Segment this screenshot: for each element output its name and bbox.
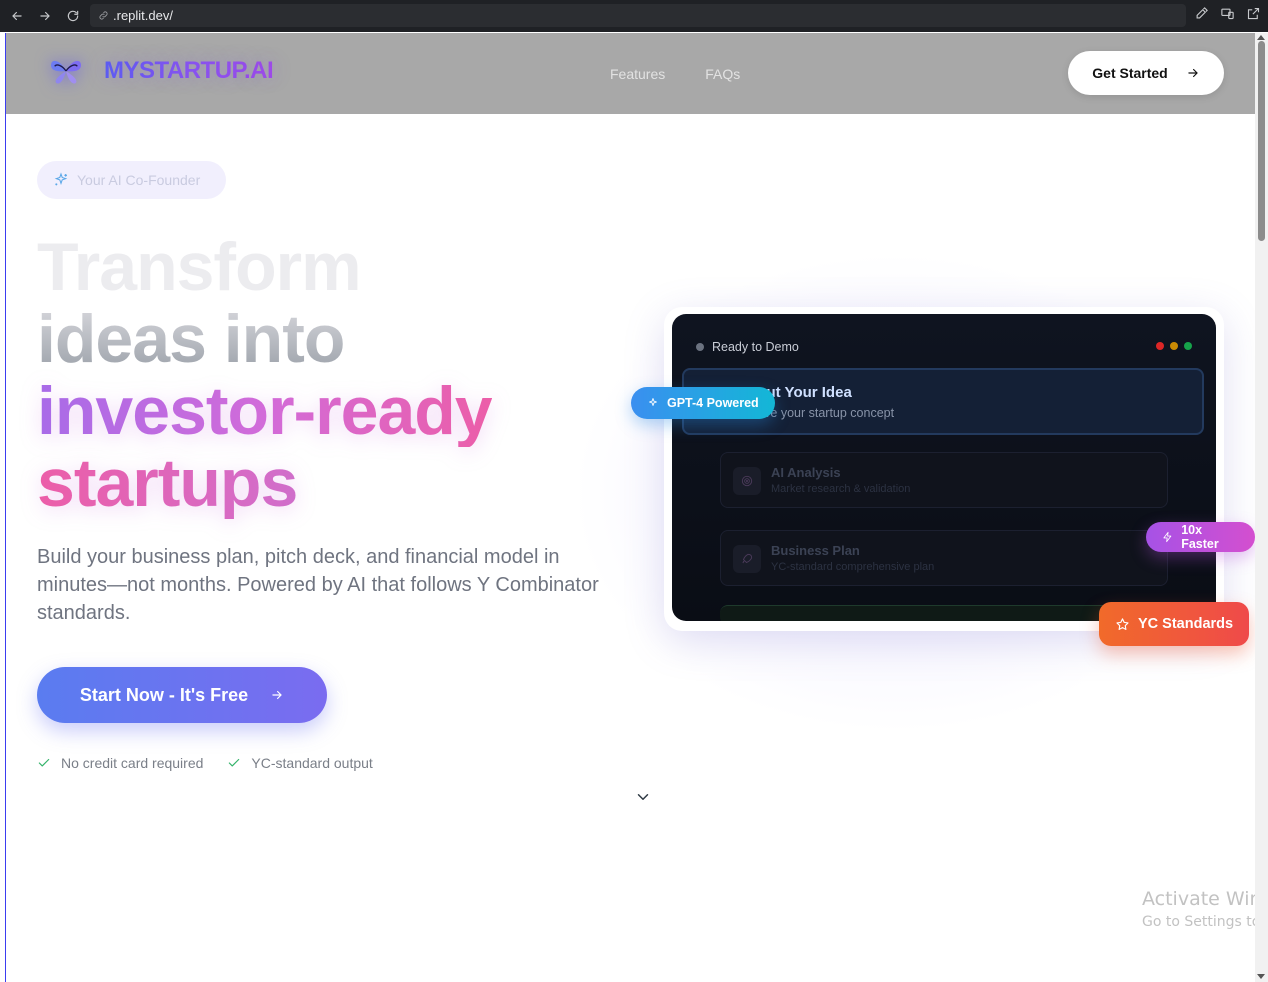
status-label: Ready to Demo xyxy=(712,340,799,354)
pill-label: YC Standards xyxy=(1138,616,1234,632)
brand-name: MYSTARTUP.AI xyxy=(104,57,274,84)
headline-line-1: Transform xyxy=(37,229,362,305)
arrow-right-icon xyxy=(272,690,282,700)
get-started-button[interactable]: Get Started xyxy=(1068,51,1224,95)
step-title: AI Analysis xyxy=(771,465,841,480)
site-header: MYSTARTUP.AI Features FAQs Get Started xyxy=(6,33,1255,114)
check-item: No credit card required xyxy=(37,755,203,771)
ai-cofounder-badge: Your AI Co-Founder xyxy=(37,161,226,199)
watermark-line-1: Activate Windows xyxy=(1142,888,1255,910)
scroll-down-icon[interactable] xyxy=(1257,974,1265,979)
pill-label: GPT-4 Powered xyxy=(667,396,759,410)
page: MYSTARTUP.AI Features FAQs Get Started Y… xyxy=(5,33,1255,982)
headline-line-2: ideas into xyxy=(37,303,492,375)
pill-label: 10x Faster xyxy=(1181,523,1219,551)
check-item: YC-standard output xyxy=(227,755,373,771)
start-now-label: Start Now - It's Free xyxy=(79,684,249,705)
green-dot xyxy=(1184,342,1192,350)
get-started-label: Get Started xyxy=(1092,65,1168,81)
badge-label: Your AI Co-Founder xyxy=(77,172,201,188)
forward-icon[interactable] xyxy=(34,5,56,27)
page-scrollbar[interactable] xyxy=(1255,33,1268,982)
brand-logo[interactable]: MYSTARTUP.AI xyxy=(44,47,274,95)
browser-toolbar: .replit.dev/ xyxy=(0,0,1268,32)
star-icon xyxy=(1116,617,1129,630)
check-label: No credit card required xyxy=(61,755,204,771)
rocket-icon xyxy=(733,545,761,573)
scroll-down-chevron-icon[interactable] xyxy=(634,788,652,811)
scrollbar-thumb[interactable] xyxy=(1258,41,1265,241)
step-ai-analysis[interactable]: AI Analysis Market research & validation xyxy=(720,452,1168,508)
ten-x-faster-pill: 10x Faster xyxy=(1146,522,1255,552)
status-dot xyxy=(696,343,704,351)
scroll-up-icon[interactable] xyxy=(1257,35,1265,40)
tools-icon[interactable] xyxy=(1194,6,1210,22)
step-business-plan[interactable]: Business Plan YC-standard comprehensive … xyxy=(720,530,1168,586)
reload-icon[interactable] xyxy=(62,5,84,27)
butterfly-icon xyxy=(44,47,88,95)
yellow-dot xyxy=(1170,342,1178,350)
gpt4-powered-pill: GPT-4 Powered xyxy=(631,387,775,419)
sparkles-icon xyxy=(54,172,68,186)
hero-headline: Transform ideas into investor-ready star… xyxy=(37,229,493,519)
check-icon xyxy=(229,758,240,767)
step-subtitle: Market research & validation xyxy=(771,483,911,495)
watermark-line-2: Go to Settings to activate Windows. xyxy=(1142,914,1255,930)
headline-line-4: startups xyxy=(37,447,492,519)
demo-card: Ready to Demo Input Your Idea Share your… xyxy=(672,314,1216,621)
target-icon xyxy=(733,467,761,495)
start-now-button[interactable]: Start Now - It's Free xyxy=(37,667,327,723)
back-icon[interactable] xyxy=(6,5,28,27)
nav-faqs[interactable]: FAQs xyxy=(705,66,740,82)
hero-subtext: Build your business plan, pitch deck, an… xyxy=(37,546,599,624)
headline-line-3: investor-ready xyxy=(37,373,493,449)
window-dots xyxy=(1156,342,1192,350)
step-subtitle: YC-standard comprehensive plan xyxy=(771,561,935,573)
address-bar[interactable]: .replit.dev/ xyxy=(90,4,1186,27)
red-dot xyxy=(1156,342,1164,350)
check-label: YC-standard output xyxy=(251,755,373,771)
demo-status: Ready to Demo xyxy=(696,340,799,354)
step-title: Business Plan xyxy=(771,543,860,558)
arrow-right-icon xyxy=(1188,68,1198,78)
benefit-checks: No credit card required YC-standard outp… xyxy=(37,755,373,771)
lightning-icon xyxy=(1163,531,1172,543)
sparkles-icon xyxy=(649,398,657,406)
activate-windows-watermark: Activate Windows Go to Settings to activ… xyxy=(1142,888,1255,930)
nav-features[interactable]: Features xyxy=(610,66,665,82)
link-icon xyxy=(99,11,108,20)
open-external-icon[interactable] xyxy=(1246,6,1262,22)
check-icon xyxy=(38,758,50,767)
devices-icon[interactable] xyxy=(1220,6,1236,22)
url-text: .replit.dev/ xyxy=(113,8,173,23)
yc-standards-pill: YC Standards xyxy=(1099,602,1250,646)
